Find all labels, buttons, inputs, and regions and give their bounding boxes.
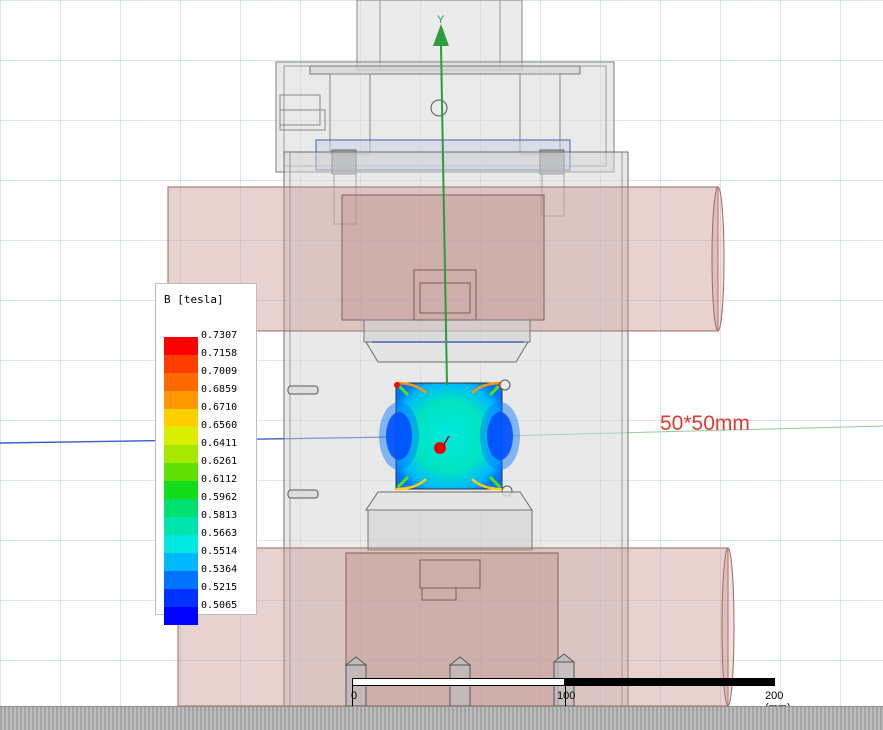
legend-swatch xyxy=(164,481,198,499)
legend-swatch xyxy=(164,499,198,517)
legend-value: 0.5813 xyxy=(201,510,238,521)
legend-swatch xyxy=(164,535,198,553)
scale-bar-segment-100-200 xyxy=(565,678,775,686)
scale-label-100: 100 xyxy=(557,690,576,702)
scale-label-0: 0 xyxy=(351,690,358,702)
legend-value: 0.5663 xyxy=(201,528,238,539)
legend-swatch xyxy=(164,427,198,445)
scale-label-200: 200 (mm) xyxy=(765,690,791,706)
legend-swatch xyxy=(164,463,198,481)
legend-swatch xyxy=(164,571,198,589)
legend-swatch xyxy=(164,409,198,427)
legend-swatch xyxy=(164,607,198,625)
legend-value: 0.7307 xyxy=(201,330,238,341)
legend-value: 0.6859 xyxy=(201,384,238,395)
legend-swatch xyxy=(164,517,198,535)
legend-swatch xyxy=(164,445,198,463)
legend-value: 0.6261 xyxy=(201,456,238,467)
legend-value: 0.7009 xyxy=(201,366,238,377)
field-color-legend[interactable]: B [tesla] 0.7307 0.7158 0.7009 0.6859 0.6710… xyxy=(155,283,257,625)
legend-value: 0.5364 xyxy=(201,564,238,575)
legend-title: B [tesla] xyxy=(164,293,224,306)
legend-value: 0.6112 xyxy=(201,474,238,485)
legend-swatch xyxy=(164,355,198,373)
legend-swatch xyxy=(164,553,198,571)
legend-swatch xyxy=(164,391,198,409)
legend-value: 0.6560 xyxy=(201,420,238,431)
status-bar xyxy=(0,706,883,730)
3d-modeler-viewport[interactable]: Y B [tesla] 0.7307 0.7158 0.7009 0.6859 0.67… xyxy=(0,0,883,706)
legend-swatch xyxy=(164,373,198,391)
dimension-annotation: 50*50mm xyxy=(660,412,750,435)
legend-value: 0.6411 xyxy=(201,438,238,449)
legend-value: 0.5962 xyxy=(201,492,238,503)
legend-swatch xyxy=(164,589,198,607)
legend-value: 0.7158 xyxy=(201,348,238,359)
magnet-model-scene: Y xyxy=(0,0,883,706)
legend-swatch xyxy=(164,337,198,355)
y-axis-label: Y xyxy=(437,14,445,26)
scale-bar-segment-0-100 xyxy=(352,678,565,686)
legend-value: 0.5215 xyxy=(201,582,238,593)
legend-value: 0.5065 xyxy=(201,600,238,611)
legend-value: 0.6710 xyxy=(201,402,238,413)
legend-value: 0.5514 xyxy=(201,546,238,557)
field-plot-region xyxy=(379,381,520,491)
